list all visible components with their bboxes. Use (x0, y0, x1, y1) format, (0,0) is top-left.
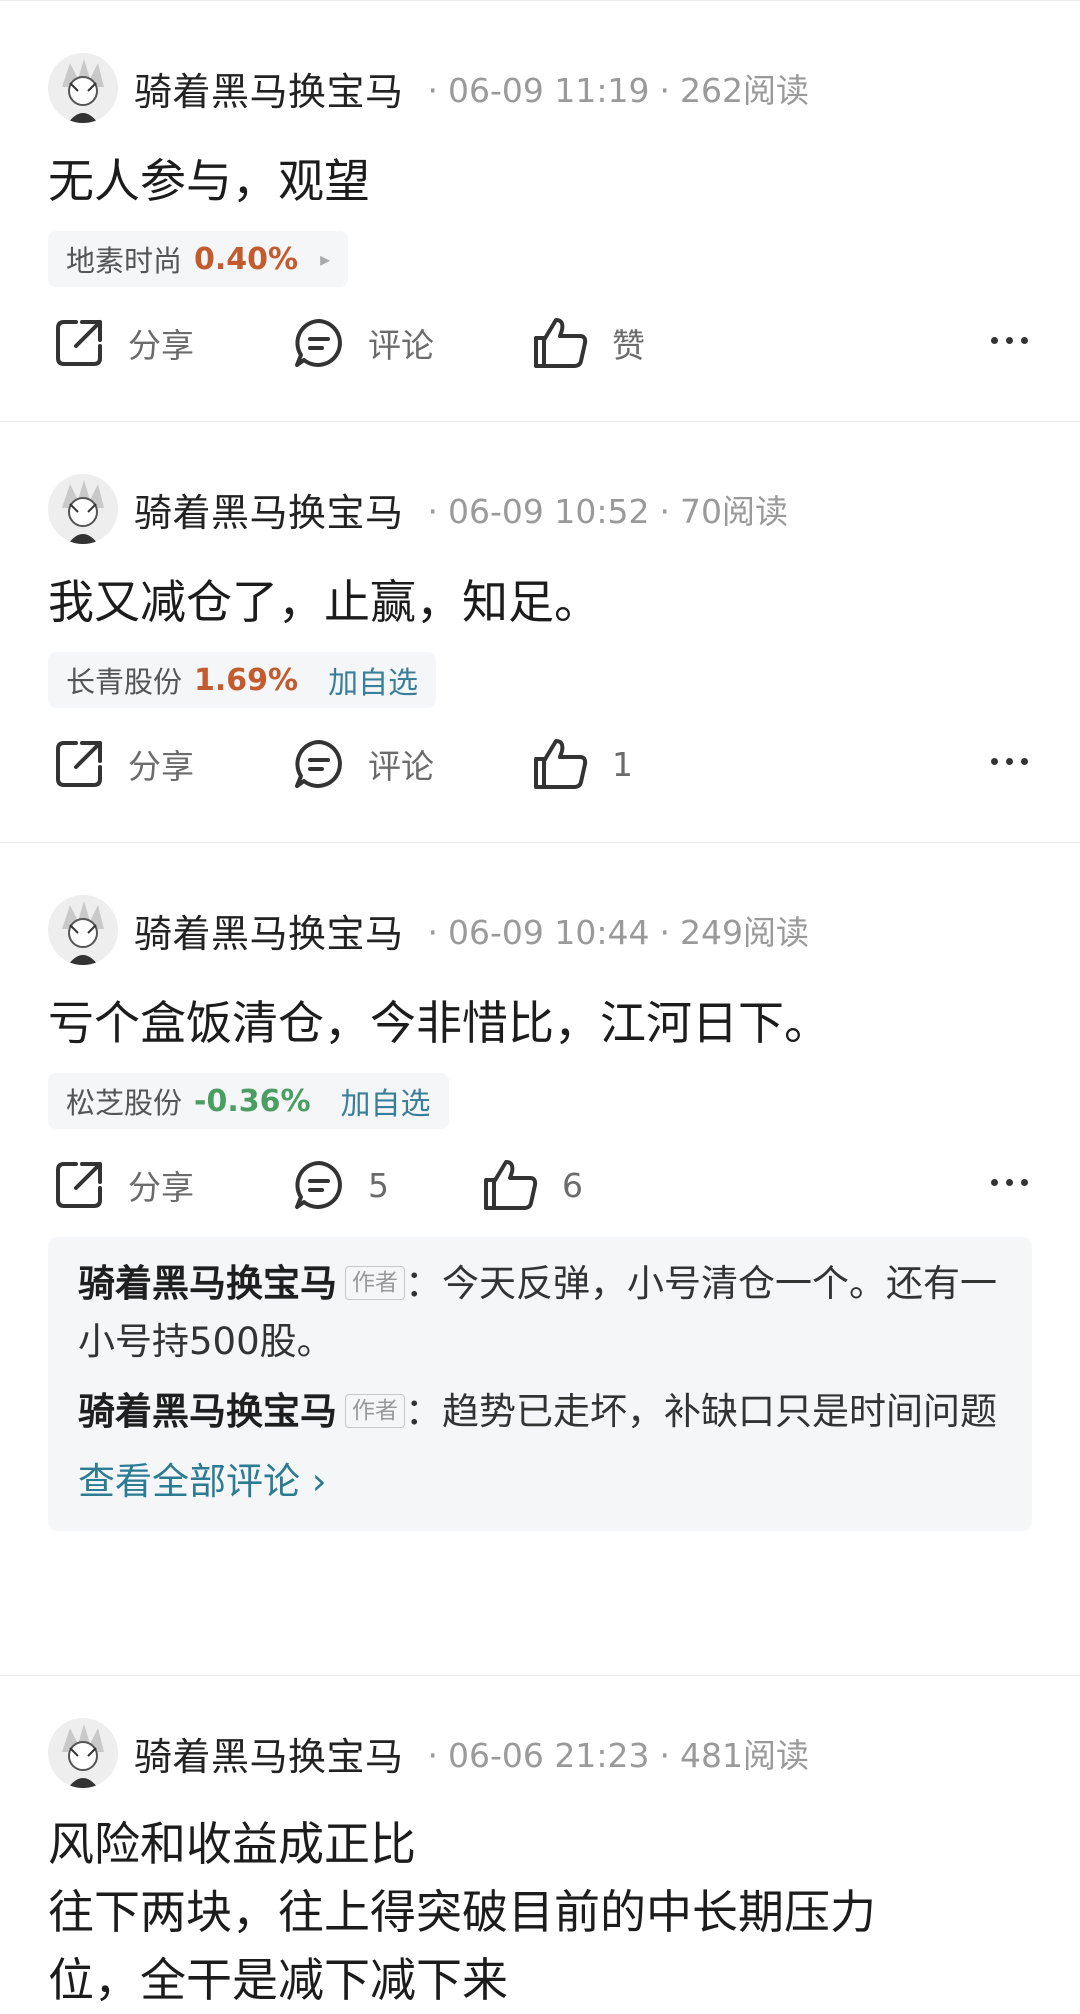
share-icon (56, 320, 102, 366)
post-card[interactable]: 骑着黑马换宝马 · 06-09 10:44 · 249阅读 亏个盒饭清仓，今非惜比，江… (0, 842, 1080, 1675)
post-meta: · 06-09 10:44 · 249阅读 (418, 906, 809, 954)
post-reads: 481阅读 (680, 1736, 809, 1775)
like-count: 1 (612, 744, 633, 784)
post-reads: 70阅读 (680, 492, 788, 531)
post-date: 06-09 10:52 (448, 492, 650, 531)
post-content[interactable]: 我又减仓了，止赢，知足。 (48, 570, 1032, 634)
avatar[interactable] (48, 1718, 118, 1788)
more-options-icon[interactable] (991, 758, 1028, 765)
stock-change: -0.36% (194, 1083, 311, 1119)
comment-label: 评论 (368, 326, 434, 365)
post-author[interactable]: 骑着黑马换宝马 (134, 1726, 404, 1781)
post-date: 06-09 10:44 (448, 913, 650, 952)
post-header: 骑着黑马换宝马 · 06-09 11:19 · 262阅读 (0, 49, 1080, 127)
post-header: 骑着黑马换宝马 · 06-09 10:52 · 70阅读 (0, 470, 1080, 548)
comment-button[interactable]: 评论 (292, 303, 434, 383)
stock-tag[interactable]: 松芝股份 -0.36% 加自选 (48, 1073, 449, 1129)
comment-button[interactable]: 评论 (292, 724, 434, 804)
author-badge: 作者 (345, 1266, 405, 1300)
share-label: 分享 (128, 747, 194, 786)
avatar[interactable] (48, 474, 118, 544)
comment-icon (295, 740, 342, 788)
post-meta: · 06-09 11:19 · 262阅读 (418, 64, 809, 112)
meta-separator: · (427, 913, 439, 952)
like-button[interactable]: 1 (532, 724, 633, 804)
share-icon (56, 741, 102, 787)
like-button[interactable]: 6 (482, 1145, 583, 1225)
stock-name: 地素时尚 (66, 244, 183, 278)
share-label: 分享 (128, 1168, 194, 1207)
avatar[interactable] (48, 895, 118, 965)
post-meta: · 06-06 21:23 · 481阅读 (418, 1729, 809, 1777)
post-header: 骑着黑马换宝马 · 06-06 21:23 · 481阅读 (0, 1714, 1080, 1792)
meta-separator: · (659, 1736, 671, 1775)
comment-label: 评论 (368, 747, 434, 786)
comment-author[interactable]: 骑着黑马换宝马 (78, 1262, 337, 1305)
post-card[interactable]: 骑着黑马换宝马 · 06-09 11:19 · 262阅读 无人参与，观望 地素时尚 … (0, 0, 1080, 421)
comment-item[interactable]: 骑着黑马换宝马 作者 ：趋势已走坏，补缺口只是时间问题 (78, 1383, 1002, 1441)
stock-tag[interactable]: 地素时尚 0.40% ▸ (48, 231, 349, 287)
action-bar: 分享 评论 赞 (0, 303, 1080, 383)
share-label: 分享 (128, 326, 194, 365)
stock-change: 1.69% (194, 662, 299, 698)
content-line: 位，全干是减下减下来 (48, 1953, 508, 2007)
post-meta: · 06-09 10:52 · 70阅读 (418, 485, 788, 533)
play-icon: ▸ (320, 247, 331, 271)
post-card[interactable]: 骑着黑马换宝马 · 06-09 10:52 · 70阅读 我又减仓了，止赢，知足。 长… (0, 421, 1080, 842)
share-button[interactable]: 分享 (52, 303, 194, 383)
comment-button[interactable]: 5 (292, 1145, 389, 1225)
comment-count: 5 (368, 1165, 389, 1205)
post-author[interactable]: 骑着黑马换宝马 (134, 482, 404, 537)
post-card[interactable]: 骑着黑马换宝马 · 06-06 21:23 · 481阅读 风险和收益成正比 往下两块… (0, 1675, 1080, 2007)
comment-text: 趋势已走坏，补缺口只是时间问题 (442, 1390, 997, 1433)
meta-separator: · (659, 71, 671, 110)
content-line: 往下两块，往上得突破目前的中长期压力 (48, 1885, 876, 1939)
action-bar: 分享 5 6 (0, 1145, 1080, 1225)
thumbs-up-icon (484, 1160, 538, 1210)
comment-icon (295, 1161, 342, 1209)
add-watchlist-button[interactable]: 加自选 (341, 1079, 431, 1123)
add-watchlist-button[interactable]: 加自选 (328, 658, 418, 702)
post-content[interactable]: 风险和收益成正比 往下两块，往上得突破目前的中长期压力 位，全干是减下减下来 (48, 1810, 1032, 2014)
post-date: 06-06 21:23 (448, 1736, 650, 1775)
like-count: 6 (562, 1165, 583, 1205)
meta-separator: · (659, 913, 671, 952)
share-button[interactable]: 分享 (52, 1145, 194, 1225)
stock-name: 长青股份 (66, 665, 183, 699)
meta-separator: · (659, 492, 671, 531)
more-options-icon[interactable] (991, 337, 1028, 344)
avatar[interactable] (48, 53, 118, 123)
post-reads: 249阅读 (680, 913, 809, 952)
comment-preview: 骑着黑马换宝马 作者 ：今天反弹，小号清仓一个。还有一小号持500股。 骑着黑马换宝… (48, 1237, 1032, 1531)
like-label: 赞 (612, 326, 645, 365)
meta-separator: · (427, 492, 439, 531)
like-button[interactable]: 赞 (532, 303, 645, 383)
post-header: 骑着黑马换宝马 · 06-09 10:44 · 249阅读 (0, 891, 1080, 969)
comment-icon (295, 319, 342, 367)
share-button[interactable]: 分享 (52, 724, 194, 804)
content-line: 风险和收益成正比 (48, 1817, 416, 1871)
stock-change: 0.40% (194, 241, 299, 277)
comment-author[interactable]: 骑着黑马换宝马 (78, 1390, 337, 1433)
stock-tag[interactable]: 长青股份 1.69% 加自选 (48, 652, 437, 708)
post-date: 06-09 11:19 (448, 71, 650, 110)
thumbs-up-icon (534, 739, 588, 789)
comment-item[interactable]: 骑着黑马换宝马 作者 ：今天反弹，小号清仓一个。还有一小号持500股。 (78, 1255, 1002, 1371)
stock-name: 松芝股份 (66, 1086, 183, 1120)
meta-separator: · (427, 71, 439, 110)
thumbs-up-icon (534, 318, 588, 368)
post-author[interactable]: 骑着黑马换宝马 (134, 61, 404, 116)
post-author[interactable]: 骑着黑马换宝马 (134, 903, 404, 958)
share-icon (56, 1162, 102, 1208)
meta-separator: · (427, 1736, 439, 1775)
post-content[interactable]: 无人参与，观望 (48, 149, 1032, 213)
post-content[interactable]: 亏个盒饭清仓，今非惜比，江河日下。 (48, 991, 1032, 1055)
action-bar: 分享 评论 1 (0, 724, 1080, 804)
post-reads: 262阅读 (680, 71, 809, 110)
more-options-icon[interactable] (991, 1179, 1028, 1186)
view-all-comments-link[interactable]: 查看全部评论 › (78, 1453, 1002, 1511)
author-badge: 作者 (345, 1394, 405, 1428)
